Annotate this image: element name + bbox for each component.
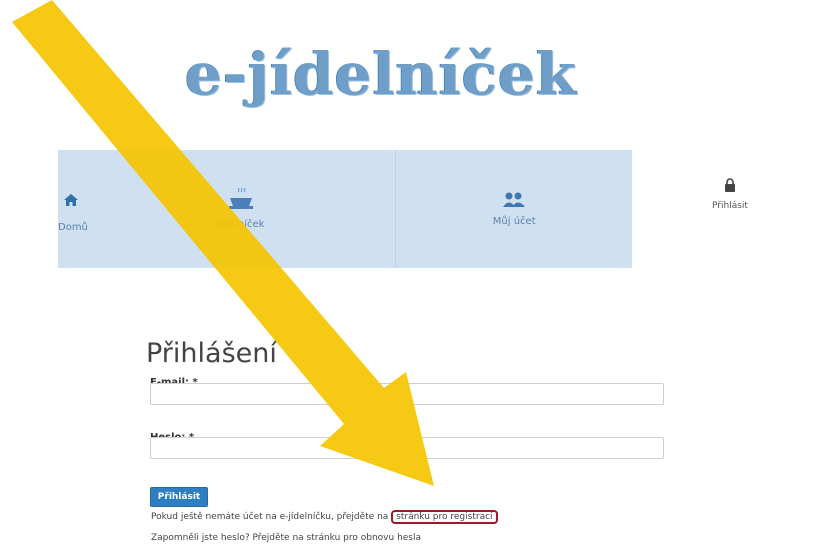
nav-item-account[interactable]: Můj účet xyxy=(396,150,632,268)
home-icon xyxy=(64,194,78,209)
main-navbar: Domů Jídelníček Můj účet xyxy=(58,150,632,268)
nav-item-menu-label: Jídelníček xyxy=(216,219,265,230)
register-hint-text: Pokud ještě nemáte účet na e-jídelníčku,… xyxy=(151,512,389,522)
nav-item-home-label: Domů xyxy=(58,222,88,233)
login-link[interactable]: Přihlásit xyxy=(700,178,760,211)
users-icon xyxy=(503,191,526,210)
nav-item-account-label: Můj účet xyxy=(492,216,536,227)
register-hint: Pokud ještě nemáte účet na e-jídelníčku,… xyxy=(151,510,498,524)
email-field[interactable] xyxy=(150,383,664,405)
password-field[interactable] xyxy=(150,437,664,459)
page-title: Přihlášení xyxy=(146,338,277,369)
nav-item-home[interactable]: Domů xyxy=(58,150,88,268)
forgot-password-link[interactable]: Zapomněli jste heslo? Přejděte na stránk… xyxy=(151,533,421,543)
nav-item-menu[interactable]: Jídelníček xyxy=(86,150,397,268)
login-button[interactable]: Přihlásit xyxy=(150,487,208,507)
site-logo[interactable]: e-jídelníček xyxy=(185,40,577,108)
register-link[interactable]: stránku pro registraci xyxy=(391,510,498,524)
dish-icon xyxy=(228,187,254,213)
lock-icon xyxy=(724,178,736,195)
login-link-label: Přihlásit xyxy=(712,201,748,211)
